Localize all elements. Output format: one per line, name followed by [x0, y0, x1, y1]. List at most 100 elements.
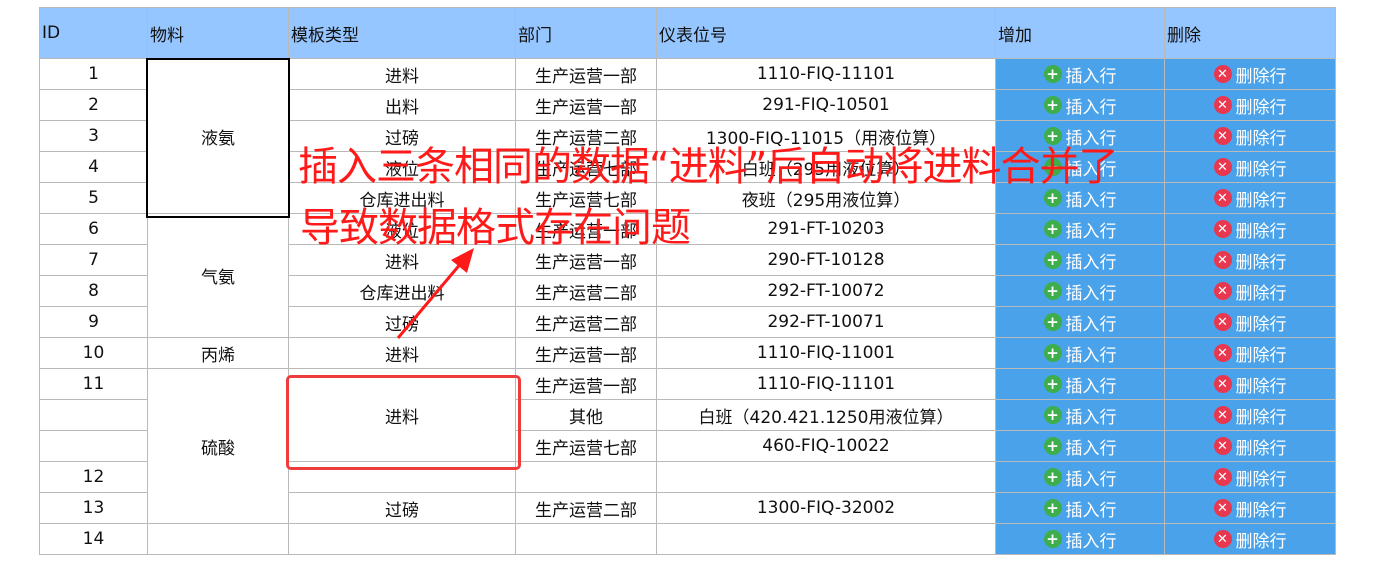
table-row: 6 气氨 液位 生产运营一部 291-FT-10203 + 插入行 ✕ 删除行 — [39, 213, 1336, 338]
insert-row-button[interactable]: + 插入行 — [997, 525, 1164, 554]
insert-row-button[interactable]: + 插入行 — [997, 122, 1164, 151]
insert-row-button[interactable]: + 插入行 — [997, 401, 1164, 430]
cell-material: 气氨 — [147, 213, 289, 338]
x-circle-icon: ✕ — [1213, 375, 1232, 393]
x-circle-icon: ✕ — [1213, 530, 1232, 548]
delete-row-button[interactable]: ✕ 删除行 — [1166, 401, 1335, 430]
header-instrument-tag: 仪表位号 — [656, 7, 996, 59]
cell-material: 液氨 — [147, 58, 289, 214]
delete-row-button[interactable]: ✕ 删除行 — [1166, 339, 1335, 368]
delete-row-button[interactable]: ✕ 删除行 — [1166, 153, 1335, 182]
cell-id: 9 — [39, 306, 148, 338]
cell-instrument-tag: 1110-FIQ-11101 — [656, 58, 996, 90]
delete-cell: ✕ 删除行 — [1164, 275, 1336, 307]
delete-cell: ✕ 删除行 — [1164, 120, 1336, 152]
delete-row-label: 删除行 — [1235, 438, 1287, 459]
cell-template-type: 过磅 — [288, 492, 516, 524]
insert-row-button[interactable]: + 插入行 — [997, 339, 1164, 368]
cell-department: 生产运营一部 — [515, 337, 657, 369]
delete-row-button[interactable]: ✕ 删除行 — [1166, 525, 1335, 554]
delete-row-button[interactable]: ✕ 删除行 — [1166, 494, 1335, 523]
delete-row-button[interactable]: ✕ 删除行 — [1166, 308, 1335, 337]
insert-row-button[interactable]: + 插入行 — [997, 432, 1164, 461]
cell-id: 1 — [39, 58, 148, 90]
insert-row-button[interactable]: + 插入行 — [997, 153, 1164, 182]
insert-row-button[interactable]: + 插入行 — [997, 463, 1164, 492]
delete-row-button[interactable]: ✕ 删除行 — [1166, 432, 1335, 461]
delete-row-button[interactable]: ✕ 删除行 — [1166, 463, 1335, 492]
insert-cell: + 插入行 — [995, 89, 1165, 121]
cell-instrument-tag — [656, 461, 996, 493]
cell-template-type: 进料 — [288, 58, 516, 90]
cell-id: 5 — [39, 182, 148, 214]
cell-template-type — [288, 523, 516, 555]
delete-row-button[interactable]: ✕ 删除行 — [1166, 277, 1335, 306]
cell-template-type: 液位 — [288, 151, 516, 183]
cell-instrument-tag: 292-FT-10071 — [656, 306, 996, 338]
insert-row-button[interactable]: + 插入行 — [997, 184, 1164, 213]
delete-row-label: 删除行 — [1235, 500, 1287, 521]
cell-id: 4 — [39, 151, 148, 183]
insert-row-label: 插入行 — [1065, 500, 1117, 521]
plus-circle-icon: + — [1043, 406, 1062, 424]
insert-cell: + 插入行 — [995, 430, 1165, 462]
insert-row-button[interactable]: + 插入行 — [997, 246, 1164, 275]
plus-circle-icon: + — [1043, 375, 1062, 393]
cell-department: 生产运营二部 — [515, 275, 657, 307]
plus-circle-icon: + — [1043, 344, 1062, 362]
cell-department: 生产运营七部 — [515, 151, 657, 183]
cell-department: 生产运营二部 — [515, 120, 657, 152]
delete-row-button[interactable]: ✕ 删除行 — [1166, 184, 1335, 213]
cell-department — [515, 523, 657, 555]
insert-row-button[interactable]: + 插入行 — [997, 308, 1164, 337]
cell-instrument-tag: 1300-FIQ-11015（用液位算） — [656, 120, 996, 152]
insert-row-button[interactable]: + 插入行 — [997, 215, 1164, 244]
delete-cell: ✕ 删除行 — [1164, 337, 1336, 369]
cell-id: 3 — [39, 120, 148, 152]
insert-cell: + 插入行 — [995, 213, 1165, 245]
insert-row-label: 插入行 — [1065, 407, 1117, 428]
delete-row-button[interactable]: ✕ 删除行 — [1166, 370, 1335, 399]
delete-row-label: 删除行 — [1235, 283, 1287, 304]
insert-row-label: 插入行 — [1065, 469, 1117, 490]
insert-row-button[interactable]: + 插入行 — [997, 370, 1164, 399]
cell-template-type: 液位 — [288, 213, 516, 245]
insert-row-button[interactable]: + 插入行 — [997, 277, 1164, 306]
delete-row-button[interactable]: ✕ 删除行 — [1166, 60, 1335, 89]
cell-instrument-tag: 1300-FIQ-32002 — [656, 492, 996, 524]
insert-row-label: 插入行 — [1065, 97, 1117, 118]
insert-cell: + 插入行 — [995, 399, 1165, 431]
insert-cell: + 插入行 — [995, 337, 1165, 369]
delete-cell: ✕ 删除行 — [1164, 89, 1336, 121]
plus-circle-icon: + — [1043, 499, 1062, 517]
insert-row-label: 插入行 — [1065, 252, 1117, 273]
insert-row-button[interactable]: + 插入行 — [997, 60, 1164, 89]
delete-row-label: 删除行 — [1235, 190, 1287, 211]
cell-instrument-tag: 460-FIQ-10022 — [656, 430, 996, 462]
cell-template-type: 过磅 — [288, 306, 516, 338]
cell-template-type: 进料 — [288, 337, 516, 369]
insert-cell: + 插入行 — [995, 523, 1165, 555]
cell-department: 生产运营七部 — [515, 430, 657, 462]
cell-id — [39, 430, 148, 462]
delete-row-button[interactable]: ✕ 删除行 — [1166, 91, 1335, 120]
cell-department: 生产运营二部 — [515, 492, 657, 524]
delete-row-label: 删除行 — [1235, 221, 1287, 242]
delete-cell: ✕ 删除行 — [1164, 182, 1336, 214]
insert-row-button[interactable]: + 插入行 — [997, 91, 1164, 120]
cell-instrument-tag: 290-FT-10128 — [656, 244, 996, 276]
plus-circle-icon: + — [1043, 158, 1062, 176]
plus-circle-icon: + — [1043, 127, 1062, 145]
insert-row-button[interactable]: + 插入行 — [997, 494, 1164, 523]
delete-row-button[interactable]: ✕ 删除行 — [1166, 215, 1335, 244]
delete-row-button[interactable]: ✕ 删除行 — [1166, 122, 1335, 151]
cell-department: 其他 — [515, 399, 657, 431]
delete-row-label: 删除行 — [1235, 128, 1287, 149]
cell-id: 12 — [39, 461, 148, 493]
x-circle-icon: ✕ — [1213, 251, 1232, 269]
cell-template-type: 仓库进出料 — [288, 275, 516, 307]
cell-id — [39, 399, 148, 431]
delete-cell: ✕ 删除行 — [1164, 151, 1336, 183]
plus-circle-icon: + — [1043, 251, 1062, 269]
delete-row-button[interactable]: ✕ 删除行 — [1166, 246, 1335, 275]
